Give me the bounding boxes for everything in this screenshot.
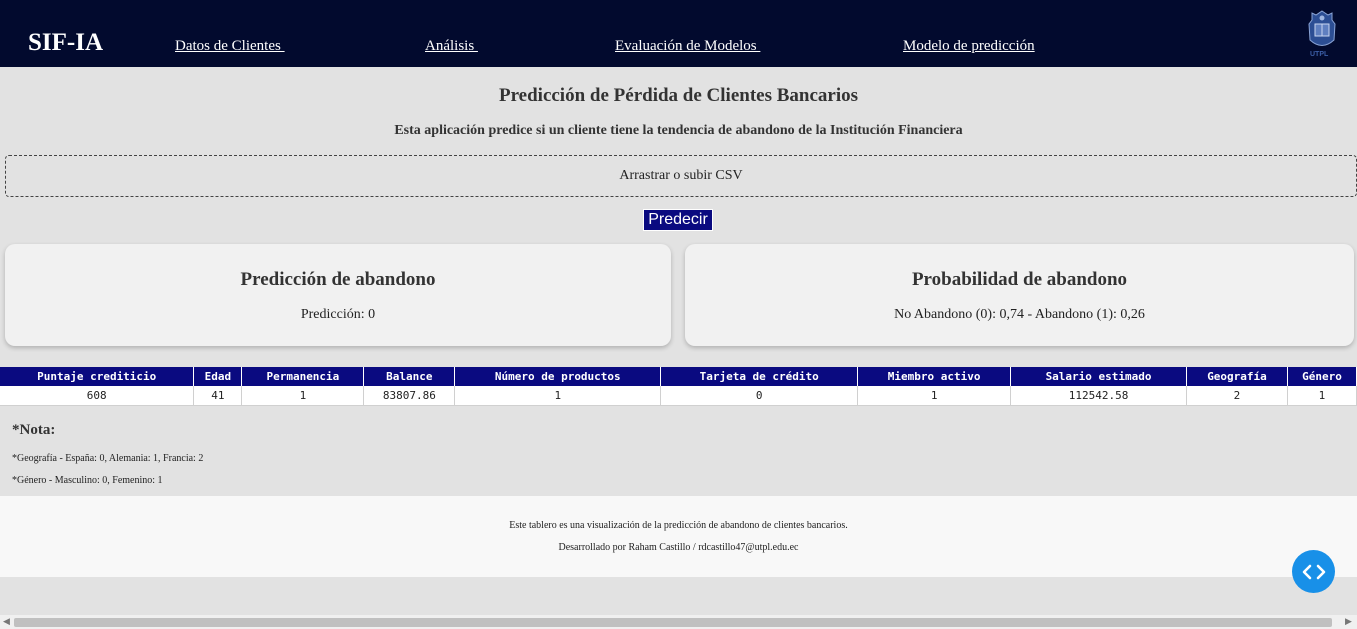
table-cell: 83807.86	[363, 386, 456, 406]
footer-description: Este tablero es una visualización de la …	[509, 520, 848, 531]
table-header[interactable]: Tarjeta de crédito	[660, 367, 859, 386]
upload-label: Arrastrar o subir CSV	[619, 168, 743, 183]
table-header[interactable]: Permanencia	[241, 367, 365, 386]
note-gender: *Género - Masculino: 0, Femenino: 1	[12, 475, 163, 486]
page-subtitle: Esta aplicación predice si un cliente ti…	[394, 123, 963, 138]
horizontal-scrollbar[interactable]: ◀ ▶	[0, 615, 1357, 629]
note-title: *Nota:	[12, 422, 56, 438]
table-header[interactable]: Miembro activo	[857, 367, 1012, 386]
prediction-value: Predicción: 0	[300, 307, 376, 322]
footer: Este tablero es una visualización de la …	[0, 496, 1357, 577]
scroll-left-icon[interactable]: ◀	[3, 617, 10, 627]
logo-text: UTPL	[1310, 51, 1329, 58]
table-header[interactable]: Balance	[363, 367, 456, 386]
table-header[interactable]: Puntaje crediticio	[0, 367, 195, 386]
table-cell: 608	[0, 386, 195, 406]
table-cell: 1	[454, 386, 662, 406]
table-header[interactable]: Geografía	[1186, 367, 1288, 386]
table-cell: 0	[660, 386, 859, 406]
table-cell: 1	[1287, 386, 1357, 406]
page-title: Predicción de Pérdida de Clientes Bancar…	[498, 85, 859, 106]
nav-link-analisis[interactable]: Análisis	[425, 38, 478, 55]
table-cell: 2	[1186, 386, 1288, 406]
scroll-right-icon[interactable]: ▶	[1345, 617, 1352, 627]
table-cell: 1	[241, 386, 365, 406]
table-header[interactable]: Edad	[193, 367, 243, 386]
table-row: 608 41 1 83807.86 1 0 1 112542.58 2 1	[0, 386, 1357, 406]
predict-button[interactable]: Predecir	[643, 209, 713, 231]
table-cell: 112542.58	[1010, 386, 1188, 406]
brand-title: SIF-IA	[28, 29, 104, 56]
nav-link-evaluacion-modelos[interactable]: Evaluación de Modelos	[615, 38, 760, 55]
probability-card-title: Probabilidad de abandono	[911, 269, 1128, 290]
note-geography: *Geografía - España: 0, Alemania: 1, Fra…	[12, 453, 204, 464]
nav-link-modelo-prediccion[interactable]: Modelo de predicción	[903, 38, 1035, 55]
footer-credits: Desarrollado por Raham Castillo / rdcast…	[558, 542, 799, 553]
nav-link-datos-clientes[interactable]: Datos de Clientes	[175, 38, 285, 55]
probability-value: No Abandono (0): 0,74 - Abandono (1): 0,…	[894, 307, 1145, 322]
table-header[interactable]: Género	[1287, 367, 1357, 386]
table-cell: 1	[857, 386, 1012, 406]
navbar: SIF-IA Datos de Clientes Análisis Evalua…	[0, 0, 1357, 67]
table-header-row: Puntaje crediticio Edad Permanencia Bala…	[0, 367, 1357, 386]
csv-upload-dropzone[interactable]: Arrastrar o subir CSV	[5, 155, 1357, 197]
prediction-card: Predicción de abandono Predicción: 0	[5, 244, 671, 346]
table-header[interactable]: Salario estimado	[1010, 367, 1188, 386]
table-header[interactable]: Número de productos	[454, 367, 662, 386]
table-cell: 41	[193, 386, 243, 406]
code-brackets-icon[interactable]	[1292, 550, 1335, 593]
probability-card: Probabilidad de abandono No Abandono (0)…	[685, 244, 1354, 346]
client-data-table: Puntaje crediticio Edad Permanencia Bala…	[0, 367, 1357, 406]
prediction-card-title: Predicción de abandono	[240, 269, 436, 290]
scrollbar-thumb[interactable]	[14, 618, 1332, 627]
